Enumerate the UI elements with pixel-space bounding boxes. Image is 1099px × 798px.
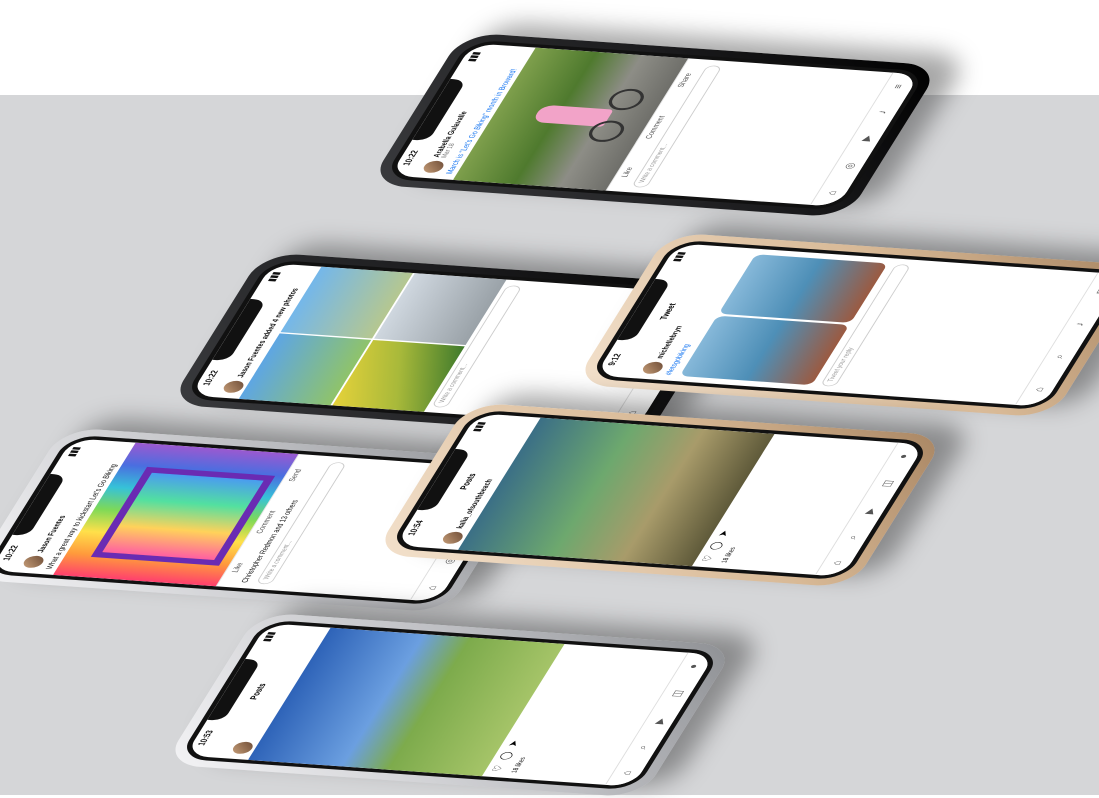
search-icon[interactable]: ⌕ <box>1052 354 1068 359</box>
share-button[interactable]: Share <box>676 73 694 88</box>
phone-instagram-selfie-post: 10:53 ▮▮▮ Posts ♡ ◯ ➤ 18 likes ⌂ ⌕ ▶ ◫ ● <box>163 612 737 798</box>
watch-icon[interactable]: ▶ <box>858 135 875 141</box>
profile-icon[interactable]: ● <box>896 454 911 459</box>
comment-icon[interactable]: ◯ <box>707 541 725 550</box>
phone-screen: 10:54 ▮▮▮ Posts kalia_ofsouthbeach ♡ ◯ ➤ 18… <box>387 409 933 581</box>
shop-icon[interactable]: ◫ <box>668 690 686 698</box>
heart-icon[interactable]: ♡ <box>699 555 716 562</box>
bike-wheel <box>603 87 650 112</box>
reels-icon[interactable]: ▶ <box>651 718 668 724</box>
notifications-icon[interactable]: ♪ <box>1073 322 1087 326</box>
search-icon[interactable]: ⌕ <box>635 745 651 750</box>
phone-facebook-bike-post: 10:22 ▮▮▮ Arabella Gulavalle Mar 18 March … <box>368 32 942 218</box>
tweet-photo[interactable] <box>679 316 850 386</box>
phone-screen: 10:22 ▮▮▮ Arabella Gulavalle Mar 18 March … <box>382 39 928 211</box>
home-icon[interactable]: ⌂ <box>1032 387 1047 392</box>
menu-icon[interactable]: ≡ <box>891 84 906 89</box>
notifications-icon[interactable]: ♪ <box>876 110 890 114</box>
groups-icon[interactable]: ◎ <box>841 162 858 169</box>
shop-icon[interactable]: ◫ <box>878 480 896 488</box>
phone-twitter-tweet: 9:12 ▮▮▮ Tweet michellebryn #letsgobiking… <box>573 232 1099 418</box>
send-icon[interactable]: ➤ <box>715 530 732 537</box>
profile-icon[interactable]: ● <box>686 664 701 669</box>
send-icon[interactable]: ➤ <box>505 740 522 747</box>
home-icon[interactable]: ⌂ <box>830 560 845 565</box>
tweet-photo[interactable] <box>718 254 888 324</box>
phone-screen: 10:53 ▮▮▮ Posts ♡ ◯ ➤ 18 likes ⌂ ⌕ ▶ ◫ ● <box>177 619 723 791</box>
phone-mockup-scene: 10:22 ▮▮▮ Arabella Gulavalle Mar 18 March … <box>0 0 1099 798</box>
heart-icon[interactable]: ♡ <box>489 765 506 772</box>
messages-icon[interactable]: ✉ <box>1092 287 1099 294</box>
bottom-nav: ⌂ ⌕ ▶ ◫ ● <box>604 652 716 787</box>
bottom-nav: ⌂ ⌕ ♪ ✉ <box>1014 272 1099 407</box>
like-button[interactable]: Like <box>620 167 635 177</box>
reels-icon[interactable]: ▶ <box>861 508 878 514</box>
search-icon[interactable]: ⌕ <box>845 535 861 540</box>
home-icon[interactable]: ⌂ <box>620 770 635 775</box>
phone-instagram-group-post: 10:54 ▮▮▮ Posts kalia_ofsouthbeach ♡ ◯ ➤ 18… <box>373 402 947 588</box>
bottom-nav: ⌂ ⌕ ▶ ◫ ● <box>814 442 926 577</box>
phone-screen: 9:12 ▮▮▮ Tweet michellebryn #letsgobiking… <box>587 239 1099 411</box>
comment-icon[interactable]: ◯ <box>497 751 515 760</box>
home-icon[interactable]: ⌂ <box>825 190 840 195</box>
home-icon[interactable]: ⌂ <box>425 585 440 590</box>
bottom-nav: ⌂ ◎ ▶ ♪ ≡ <box>809 72 921 207</box>
